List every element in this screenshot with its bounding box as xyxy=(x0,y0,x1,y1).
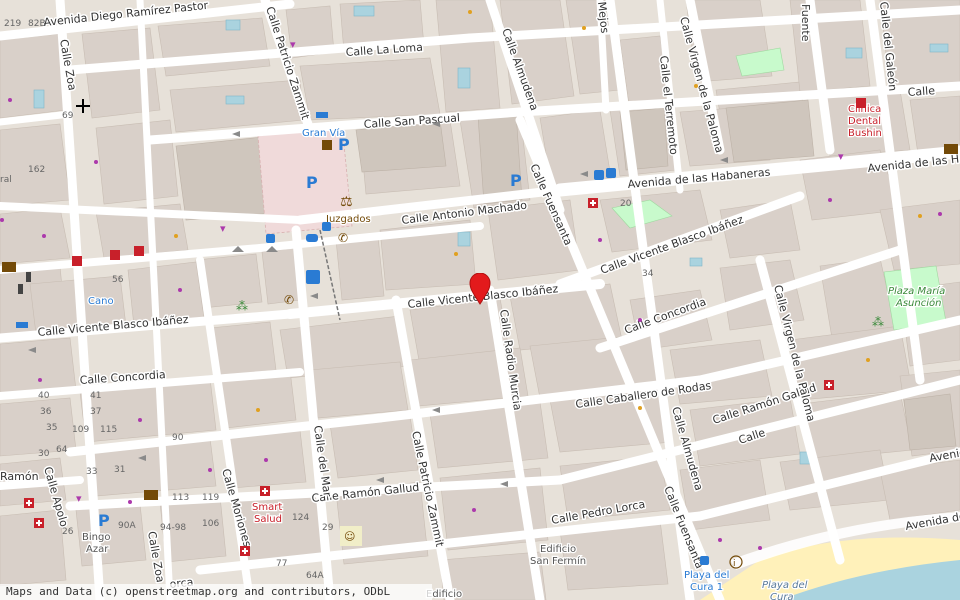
pharmacy-cross-icon[interactable] xyxy=(588,198,598,208)
place-label-clinica: Dental xyxy=(848,116,881,127)
house-number: 162 xyxy=(28,165,45,175)
map-attribution: Maps and Data (c) openstreetmap.org and … xyxy=(0,584,432,600)
hospital-icon[interactable] xyxy=(260,486,270,496)
bus-icon[interactable] xyxy=(322,222,331,231)
house-number: 26 xyxy=(62,527,74,537)
crosshair-icon xyxy=(76,99,90,113)
place-label-edificio: San Fermín xyxy=(530,555,586,567)
bus-icon[interactable] xyxy=(266,234,275,243)
parking-icon[interactable]: P xyxy=(338,135,350,154)
hospital-icon[interactable] xyxy=(34,518,44,528)
house-number: 20 xyxy=(620,199,632,209)
house-number: 106 xyxy=(202,519,219,529)
svg-text:✆: ✆ xyxy=(284,293,294,307)
street-label: Ramón xyxy=(0,470,39,483)
svg-text:P: P xyxy=(338,135,350,154)
house-number: 30 xyxy=(38,449,50,459)
shop-cart-icon[interactable]: ▾ xyxy=(76,492,82,505)
house-number: 77 xyxy=(276,559,287,569)
house-number: 94-98 xyxy=(160,523,186,533)
hospital-icon[interactable] xyxy=(24,498,34,508)
house-number: 35 xyxy=(46,423,57,433)
shop-cart-icon[interactable]: ▾ xyxy=(220,222,226,235)
house-number: ral xyxy=(0,175,12,185)
playground-icon[interactable]: ⁂ xyxy=(236,299,248,313)
courthouse-icon[interactable]: ⚖ xyxy=(340,194,353,210)
street-label: Fuente xyxy=(799,4,812,42)
phone-icon[interactable]: ✆ xyxy=(284,293,294,307)
place-label-bingo: Bingo xyxy=(82,532,110,543)
clinic-icon[interactable] xyxy=(856,98,866,108)
shop-cart-icon[interactable]: ▾ xyxy=(838,150,844,163)
house-number: 124 xyxy=(292,513,309,523)
place-label-smart-salud: Salud xyxy=(254,514,282,525)
svg-text:⚖: ⚖ xyxy=(340,194,353,210)
house-number: 40 xyxy=(38,391,50,401)
house-number: 113 xyxy=(172,493,189,503)
house-number: 119 xyxy=(202,493,219,503)
government-icon[interactable] xyxy=(322,140,332,150)
phone-icon[interactable]: ✆ xyxy=(338,231,348,245)
svg-text:✆: ✆ xyxy=(338,231,348,245)
svg-text:▾: ▾ xyxy=(838,150,844,163)
place-label-smart-salud: Smart xyxy=(252,502,282,513)
place-label-juzgados: Juzgados xyxy=(325,214,371,225)
house-number: 34 xyxy=(642,269,654,279)
place-label-playa-cura-1: Cura 1 xyxy=(690,582,723,593)
house-number: 31 xyxy=(114,465,125,475)
house-number: 41 xyxy=(90,391,101,401)
svg-text:☺: ☺ xyxy=(344,530,355,543)
place-label-playa-cura-1: Playa del xyxy=(684,570,729,581)
place-label-cano: Cano xyxy=(88,296,114,307)
place-label-edificio: Edificio xyxy=(540,544,576,555)
svg-text:▾: ▾ xyxy=(76,492,82,505)
place-label-playa-del-cura: Cura xyxy=(770,592,794,600)
bus-icon[interactable] xyxy=(700,556,709,565)
svg-text:▾: ▾ xyxy=(290,38,296,51)
svg-text:⁂: ⁂ xyxy=(872,315,884,329)
bus-stop-icon[interactable] xyxy=(306,270,320,284)
svg-text:P: P xyxy=(306,173,318,192)
bank-icon[interactable] xyxy=(144,490,158,500)
svg-text:P: P xyxy=(510,171,522,190)
house-number: 90 xyxy=(172,433,184,443)
house-number: 64A xyxy=(306,571,324,581)
house-number: 56 xyxy=(112,275,124,285)
parking-icon[interactable]: P xyxy=(306,173,318,192)
house-number: 64 xyxy=(56,445,68,455)
svg-text:P: P xyxy=(98,511,110,530)
house-number: 36 xyxy=(40,407,52,417)
place-label-clinica: Bushin xyxy=(848,128,882,139)
bank-icon[interactable] xyxy=(2,262,16,272)
house-number: 29 xyxy=(322,523,334,533)
taxi-icon[interactable] xyxy=(306,234,318,242)
house-number: 219 xyxy=(4,19,21,29)
place-label-plaza: Asunción xyxy=(895,297,941,309)
house-number: 37 xyxy=(90,407,101,417)
svg-text:i: i xyxy=(733,559,736,569)
house-number: 90A xyxy=(118,521,136,531)
parking-icon[interactable]: P xyxy=(98,511,110,530)
map-view[interactable]: Avenida Diego Ramírez Pastor Calle La Lo… xyxy=(0,0,960,600)
house-number: 82B xyxy=(28,19,46,29)
hospital-icon[interactable] xyxy=(240,546,250,556)
location-marker-icon[interactable] xyxy=(469,273,491,305)
toilets-icon[interactable]: ☺ xyxy=(340,526,362,546)
playground-icon[interactable]: ⁂ xyxy=(872,315,884,329)
pharmacy-cross-icon[interactable] xyxy=(824,380,834,390)
street-label: Calle xyxy=(907,84,935,99)
house-number: 109 xyxy=(72,425,89,435)
place-label-plaza: Plaza María xyxy=(888,285,945,297)
house-number: 115 xyxy=(100,425,117,435)
bank-icon[interactable] xyxy=(944,144,958,154)
parking-icon[interactable]: P xyxy=(510,171,522,190)
svg-text:▾: ▾ xyxy=(220,222,226,235)
svg-text:⁂: ⁂ xyxy=(236,299,248,313)
shop-cart-icon[interactable]: ▾ xyxy=(290,38,296,51)
house-number: 33 xyxy=(86,467,97,477)
house-number: 69 xyxy=(62,111,74,121)
place-label-bingo: Azar xyxy=(86,544,109,555)
place-label-playa-del-cura: Playa del xyxy=(762,580,808,591)
